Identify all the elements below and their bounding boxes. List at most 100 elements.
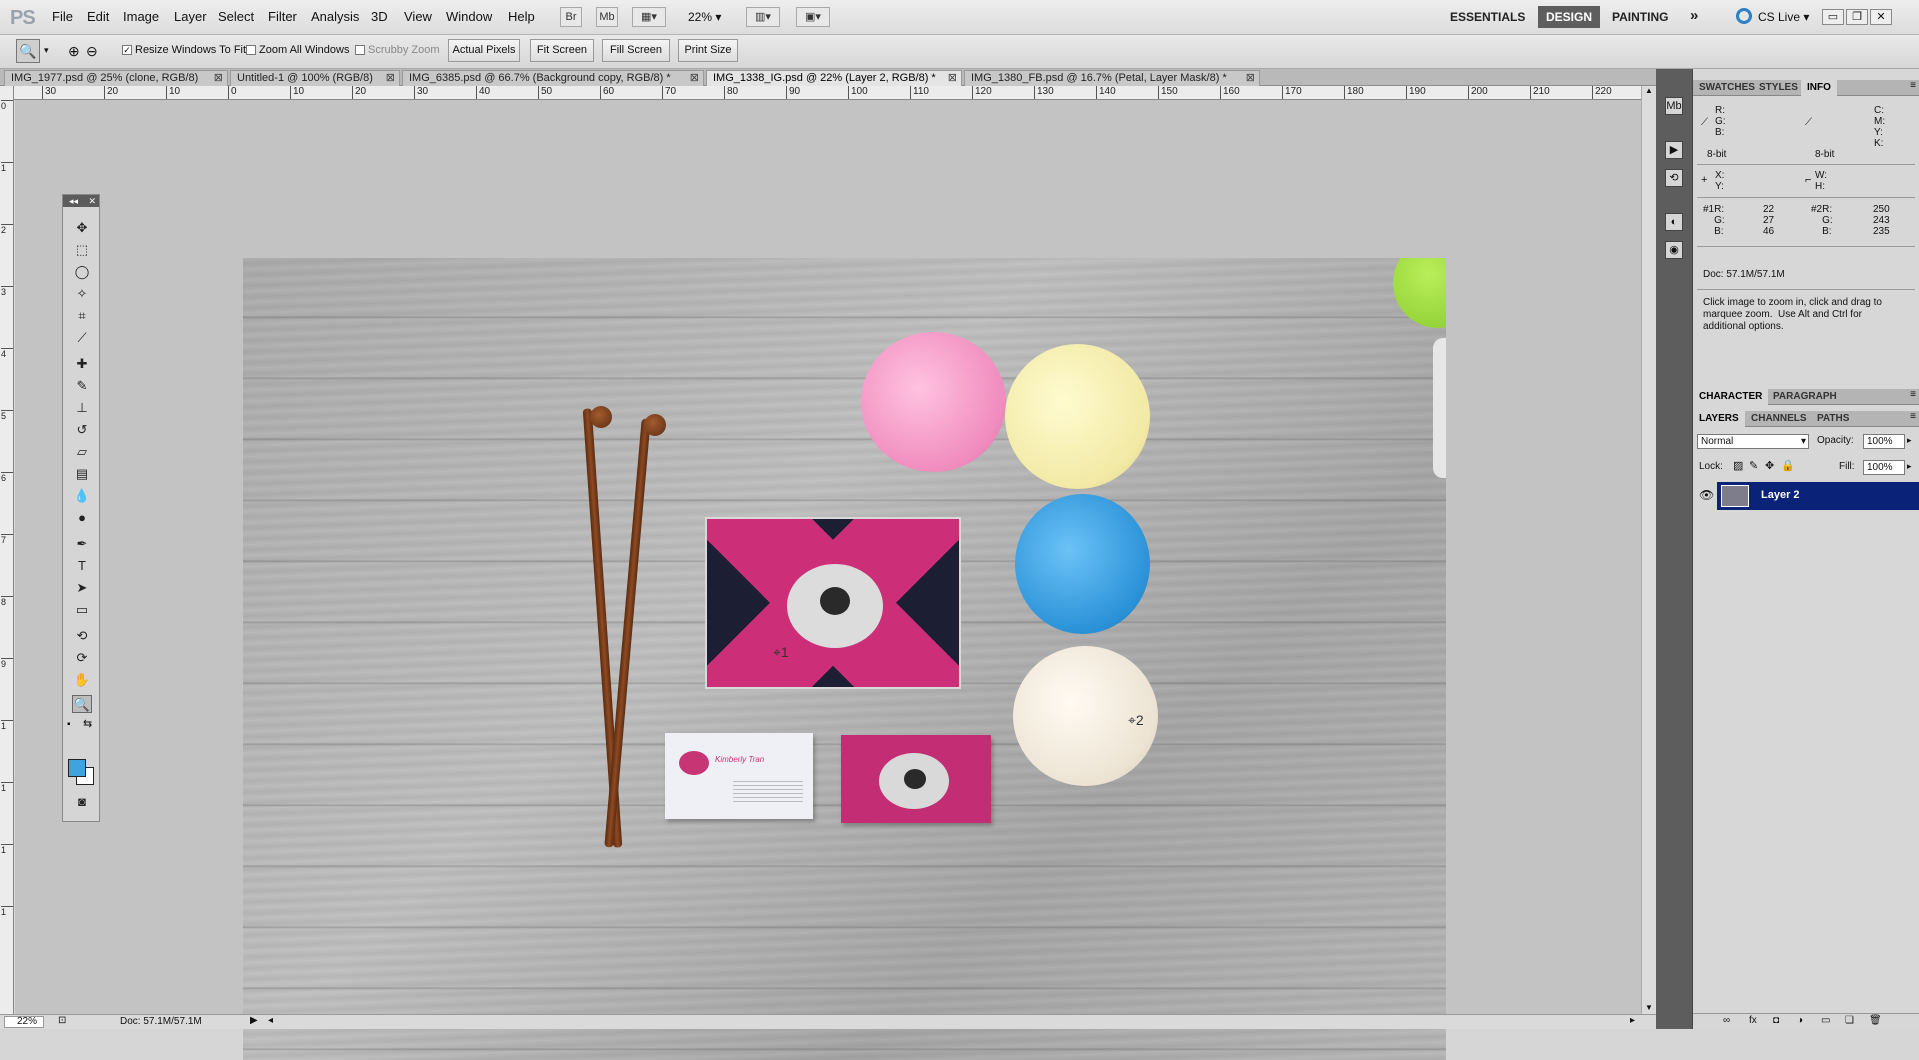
tab-untitled-1[interactable]: Untitled-1 @ 100% (RGB/8) ⊠ bbox=[230, 70, 400, 86]
menu-image[interactable]: Image bbox=[123, 9, 159, 24]
menu-file[interactable]: File bbox=[52, 9, 73, 24]
swap-colors-icon[interactable]: ⇆ bbox=[83, 717, 92, 730]
lasso-tool-icon[interactable]: ◯ bbox=[72, 263, 92, 281]
pen-tool-icon[interactable]: ✒ bbox=[72, 535, 92, 553]
quick-mask-icon[interactable]: ◙ bbox=[72, 793, 92, 811]
menu-select[interactable]: Select bbox=[218, 9, 254, 24]
path-selection-tool-icon[interactable]: ➤ bbox=[72, 579, 92, 597]
scroll-left-icon[interactable]: ◂ bbox=[268, 1015, 273, 1026]
zoom-tool-icon[interactable]: 🔍 bbox=[72, 695, 92, 713]
masks-panel-icon[interactable]: ◉ bbox=[1665, 241, 1683, 259]
close-icon[interactable]: ✕ bbox=[88, 195, 96, 207]
print-size-button[interactable]: Print Size bbox=[678, 39, 738, 62]
tab-character[interactable]: CHARACTER bbox=[1693, 389, 1769, 405]
scroll-down-icon[interactable]: ▼ bbox=[1645, 1003, 1653, 1012]
menu-filter[interactable]: Filter bbox=[268, 9, 297, 24]
dodge-tool-icon[interactable]: ● bbox=[72, 509, 92, 527]
close-icon[interactable]: ⊠ bbox=[1246, 71, 1255, 85]
move-tool-icon[interactable]: ✥ bbox=[72, 219, 92, 237]
fill-screen-button[interactable]: Fill Screen bbox=[602, 39, 670, 62]
quick-selection-tool-icon[interactable]: ✧ bbox=[72, 285, 92, 303]
lock-transparency-icon[interactable]: ▨ bbox=[1733, 459, 1743, 472]
opacity-field[interactable]: 100% bbox=[1863, 434, 1905, 449]
image-document[interactable]: Kimberly Tran ⌖1 ⌖2 bbox=[243, 258, 1446, 1060]
scroll-up-icon[interactable]: ▲ bbox=[1645, 86, 1653, 95]
fx-icon[interactable]: fx bbox=[1749, 1015, 1757, 1026]
resize-windows-checkbox[interactable]: ✓ Resize Windows To Fit bbox=[122, 44, 246, 56]
zoom-level-dropdown[interactable]: 22% ▾ bbox=[688, 10, 721, 24]
minimize-button[interactable]: ▭ bbox=[1822, 9, 1844, 25]
3d-rotate-tool-icon[interactable]: ⟲ bbox=[72, 627, 92, 645]
status-menu-arrow-icon[interactable]: ▶ bbox=[250, 1015, 258, 1026]
trash-icon[interactable]: 🗑 bbox=[1869, 1015, 1882, 1026]
eraser-tool-icon[interactable]: ▱ bbox=[72, 443, 92, 461]
tab-layers[interactable]: LAYERS bbox=[1693, 411, 1745, 427]
menu-view[interactable]: View bbox=[404, 9, 432, 24]
panel-menu-icon[interactable]: ≡ bbox=[1910, 411, 1916, 422]
gradient-tool-icon[interactable]: ▤ bbox=[72, 465, 92, 483]
zoom-in-icon[interactable]: ⊕ bbox=[68, 43, 80, 60]
mini-bridge-button[interactable]: Mb bbox=[596, 7, 618, 27]
blend-mode-select[interactable]: Normal ▾ bbox=[1697, 434, 1809, 449]
document-canvas[interactable]: Kimberly Tran ⌖1 ⌖2 bbox=[15, 100, 1641, 1060]
default-colors-icon[interactable]: ▪ bbox=[67, 719, 71, 730]
brush-tool-icon[interactable]: ✎ bbox=[72, 377, 92, 395]
panel-menu-icon[interactable]: ≡ bbox=[1910, 389, 1916, 400]
tab-channels[interactable]: CHANNELS bbox=[1745, 411, 1813, 427]
menu-layer[interactable]: Layer bbox=[174, 9, 207, 24]
fill-slider-arrow-icon[interactable]: ▸ bbox=[1907, 461, 1912, 472]
screen-mode-button[interactable]: ▣▾ bbox=[796, 7, 830, 27]
actual-pixels-button[interactable]: Actual Pixels bbox=[448, 39, 520, 62]
close-button[interactable]: ✕ bbox=[1870, 9, 1892, 25]
close-icon[interactable]: ⊠ bbox=[214, 71, 223, 85]
tab-img-1338-active[interactable]: IMG_1338_IG.psd @ 22% (Layer 2, RGB/8) *… bbox=[706, 70, 962, 86]
color-sampler-1-icon[interactable]: ⌖1 bbox=[773, 644, 789, 661]
lock-all-icon[interactable]: 🔒 bbox=[1781, 459, 1795, 472]
tab-styles[interactable]: STYLES bbox=[1753, 80, 1804, 96]
close-icon[interactable]: ⊠ bbox=[948, 71, 957, 85]
3d-orbit-tool-icon[interactable]: ⟳ bbox=[72, 649, 92, 667]
opacity-slider-arrow-icon[interactable]: ▸ bbox=[1907, 435, 1912, 446]
menu-window[interactable]: Window bbox=[446, 9, 492, 24]
blur-tool-icon[interactable]: 💧 bbox=[72, 487, 92, 505]
adjustments-panel-icon[interactable]: ◐ bbox=[1665, 213, 1683, 231]
workspace-design[interactable]: DESIGN bbox=[1538, 6, 1600, 28]
tab-img-1977[interactable]: IMG_1977.psd @ 25% (clone, RGB/8) ⊠ bbox=[4, 70, 228, 86]
zoom-tool-preset-icon[interactable]: 🔍 bbox=[16, 39, 40, 63]
actions-panel-icon[interactable]: ▶ bbox=[1665, 141, 1683, 159]
restore-button[interactable]: ❐ bbox=[1846, 9, 1868, 25]
healing-brush-tool-icon[interactable]: ✚ bbox=[72, 355, 92, 373]
type-tool-icon[interactable]: T bbox=[72, 557, 92, 575]
more-workspaces-button[interactable]: » bbox=[1690, 7, 1698, 24]
collapse-icon[interactable]: ◂◂ bbox=[69, 196, 78, 206]
menu-3d[interactable]: 3D bbox=[371, 9, 388, 24]
close-icon[interactable]: ⊠ bbox=[386, 71, 395, 85]
lock-image-icon[interactable]: ✎ bbox=[1749, 459, 1758, 472]
add-mask-icon[interactable]: ◘ bbox=[1773, 1015, 1779, 1026]
menu-analysis[interactable]: Analysis bbox=[311, 9, 359, 24]
arrange-documents-button[interactable]: ▥▾ bbox=[746, 7, 780, 27]
horizontal-ruler[interactable]: 30 20 10 0 10 20 30 40 50 60 70 80 90 10… bbox=[14, 86, 1656, 100]
vertical-ruler[interactable]: 0 1 2 3 4 5 6 7 8 9 1 1 1 1 bbox=[0, 86, 14, 1014]
clone-stamp-tool-icon[interactable]: ⊥ bbox=[72, 399, 92, 417]
link-layers-icon[interactable]: ∞ bbox=[1723, 1015, 1730, 1026]
menu-help[interactable]: Help bbox=[508, 9, 535, 24]
tab-img-1380[interactable]: IMG_1380_FB.psd @ 16.7% (Petal, Layer Ma… bbox=[964, 70, 1260, 86]
hand-tool-icon[interactable]: ✋ bbox=[72, 671, 92, 689]
tab-swatches[interactable]: SWATCHES bbox=[1693, 80, 1761, 96]
marquee-tool-icon[interactable]: ⬚ bbox=[72, 241, 92, 259]
bridge-button[interactable]: Br bbox=[560, 7, 582, 27]
view-extras-button[interactable]: ▦▾ bbox=[632, 7, 666, 27]
tab-img-6385[interactable]: IMG_6385.psd @ 66.7% (Background copy, R… bbox=[402, 70, 704, 86]
panel-menu-icon[interactable]: ≡ bbox=[1910, 80, 1916, 91]
tab-paths[interactable]: PATHS bbox=[1811, 411, 1855, 427]
status-zoom-field[interactable]: 22% bbox=[4, 1016, 44, 1028]
workspace-painting[interactable]: PAINTING bbox=[1612, 10, 1668, 24]
history-brush-tool-icon[interactable]: ↺ bbox=[72, 421, 92, 439]
scroll-right-icon[interactable]: ▸ bbox=[1630, 1015, 1635, 1026]
workspace-essentials[interactable]: ESSENTIALS bbox=[1450, 10, 1525, 24]
crop-tool-icon[interactable]: ⌗ bbox=[72, 307, 92, 325]
color-sampler-2-icon[interactable]: ⌖2 bbox=[1128, 712, 1144, 729]
fill-field[interactable]: 100% bbox=[1863, 460, 1905, 475]
eye-icon[interactable]: 👁 bbox=[1699, 488, 1714, 502]
